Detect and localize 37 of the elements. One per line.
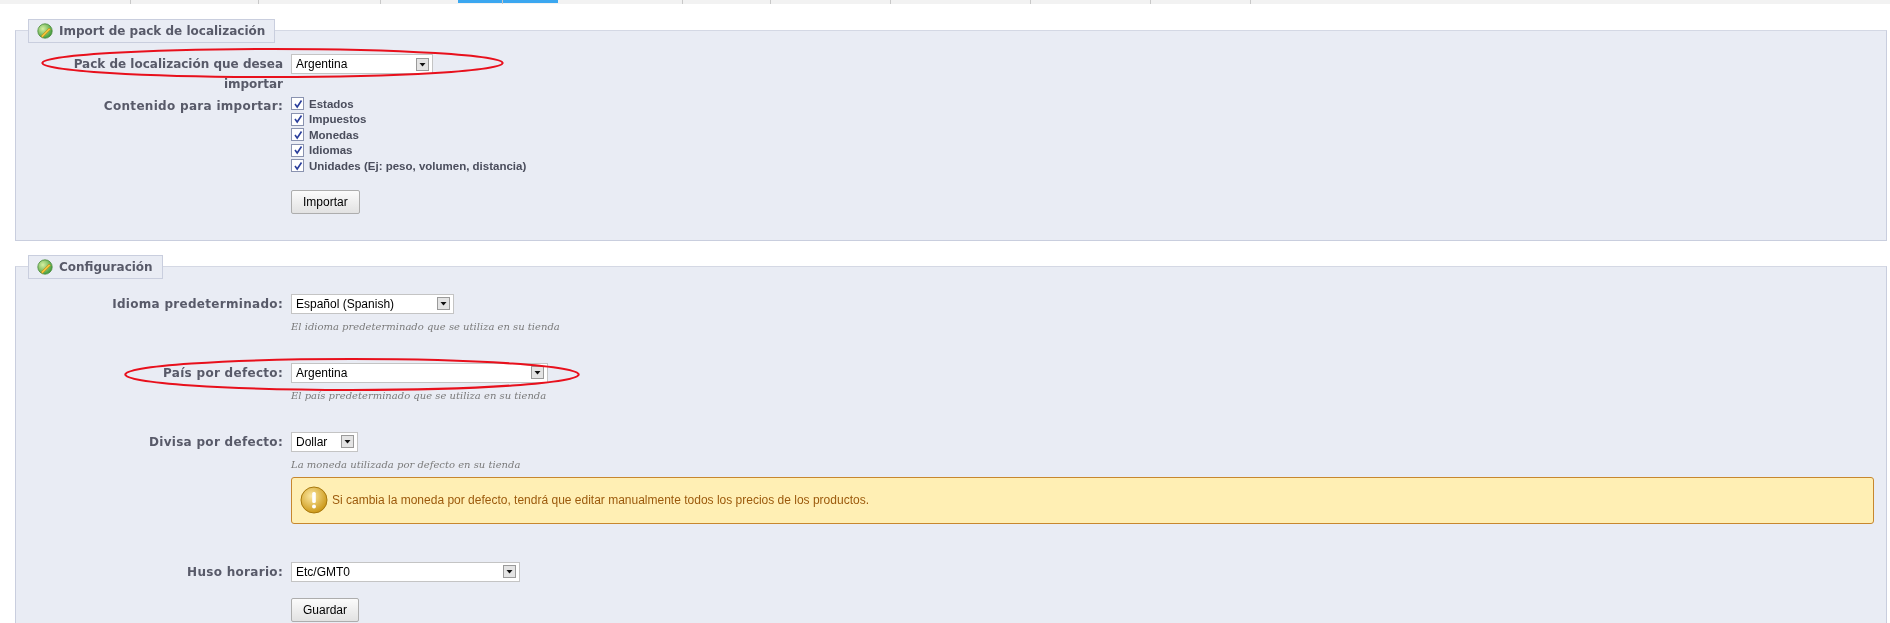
submit-button[interactable]: Importar [291, 189, 360, 214]
caret-icon [416, 57, 429, 71]
field-label: Divisa por defecto: [148, 433, 283, 450]
warning-message: Si cambia la moneda por defecto, tendrá que editar manualmente todos los precios de los productos. [332, 493, 869, 507]
section-title: Configuración [59, 259, 153, 274]
checkbox-label: Impuestos [309, 113, 367, 126]
field-label: Huso horario: [187, 563, 283, 580]
field-hint: El país predeterminado que se utiliza en su tienda [291, 389, 548, 401]
checkbox[interactable] [291, 112, 304, 126]
submit-button[interactable]: Guardar [291, 597, 360, 622]
field-hint: El idioma predeterminado que se utiliza en su tienda [291, 320, 561, 332]
checkbox-label: Idiomas [309, 144, 353, 157]
dropdown[interactable]: Etc/GMT0 [291, 561, 520, 582]
checkbox[interactable] [291, 128, 304, 142]
checkbox[interactable] [291, 97, 304, 111]
field-label: Contenido para importar: [103, 98, 283, 114]
field-hint: La moneda utilizada por defecto en su tienda [291, 458, 522, 470]
caret-icon [437, 297, 450, 310]
caret-icon [531, 366, 544, 379]
caret-icon [503, 565, 516, 578]
checkbox-label: Monedas [309, 128, 359, 141]
checkbox-label: Unidades (Ej: peso, volumen, distancia) [309, 159, 527, 172]
warning-icon [300, 486, 328, 514]
checkbox[interactable] [291, 159, 304, 173]
dropdown[interactable]: Dollar [291, 431, 358, 452]
checkbox-label: Estados [309, 97, 354, 110]
field-label: Idioma predeterminado: [112, 295, 283, 312]
dropdown[interactable]: Español (Spanish) [291, 293, 454, 314]
caret-icon [341, 435, 354, 448]
dropdown[interactable]: Argentina [291, 362, 548, 383]
globe-pencil-icon [37, 23, 53, 39]
globe-pencil-icon [37, 258, 53, 275]
section-title: Import de pack de localización [59, 24, 266, 38]
checkbox[interactable] [291, 143, 304, 157]
field-label: Pack de localización que desea importar [72, 56, 283, 93]
dropdown[interactable]: Argentina [291, 54, 433, 74]
field-label: País por defecto: [163, 364, 283, 381]
